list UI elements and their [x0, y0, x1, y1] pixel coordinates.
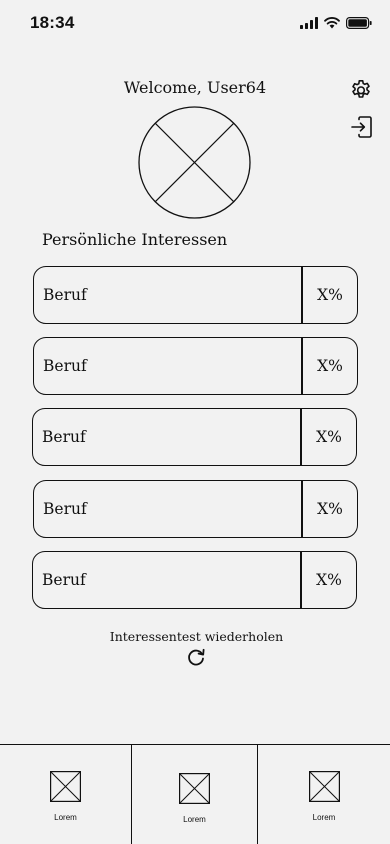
interest-label: Beruf	[34, 481, 303, 537]
wifi-icon	[324, 17, 340, 29]
interest-row[interactable]: Beruf X%	[32, 551, 357, 609]
interest-percent: X%	[316, 571, 342, 589]
interest-row[interactable]: Beruf X%	[33, 480, 358, 538]
interest-row[interactable]: Beruf X%	[33, 266, 358, 324]
battery-icon	[346, 17, 372, 29]
tab-label: Lorem	[54, 813, 77, 822]
interest-label: Beruf	[34, 267, 303, 323]
signal-icon	[300, 17, 318, 29]
tab-item[interactable]: Lorem	[0, 745, 131, 844]
section-title: Persönliche Interessen	[42, 230, 228, 249]
interest-percent: X%	[317, 286, 343, 304]
tab-item[interactable]: Lorem	[257, 745, 390, 844]
interest-percent: X%	[317, 357, 343, 375]
interest-label: Beruf	[33, 552, 302, 608]
avatar	[138, 106, 251, 219]
interest-percent: X%	[317, 500, 343, 518]
tab-item[interactable]: Lorem	[131, 745, 257, 844]
interest-percent: X%	[316, 428, 342, 446]
tab-label: Lorem	[312, 813, 336, 822]
logout-icon[interactable]	[350, 115, 374, 139]
status-bar: 18:34	[0, 0, 390, 48]
interest-label: Beruf	[33, 409, 302, 465]
tab-label: Lorem	[183, 815, 206, 824]
retest-link[interactable]: Interessentest wiederholen	[0, 629, 390, 644]
interest-row[interactable]: Beruf X%	[33, 337, 358, 395]
interest-row[interactable]: Beruf X%	[32, 408, 357, 466]
gear-icon[interactable]	[349, 78, 373, 102]
refresh-icon[interactable]	[185, 646, 207, 668]
status-icons	[300, 15, 372, 31]
placeholder-image-icon	[308, 771, 340, 802]
welcome-text: Welcome, User64	[123, 78, 267, 97]
placeholder-image-icon	[50, 771, 81, 802]
status-time: 18:34	[30, 13, 75, 32]
placeholder-image-icon	[179, 773, 210, 804]
interest-label: Beruf	[34, 338, 303, 394]
tab-bar: Lorem Lorem Lorem	[0, 744, 390, 844]
